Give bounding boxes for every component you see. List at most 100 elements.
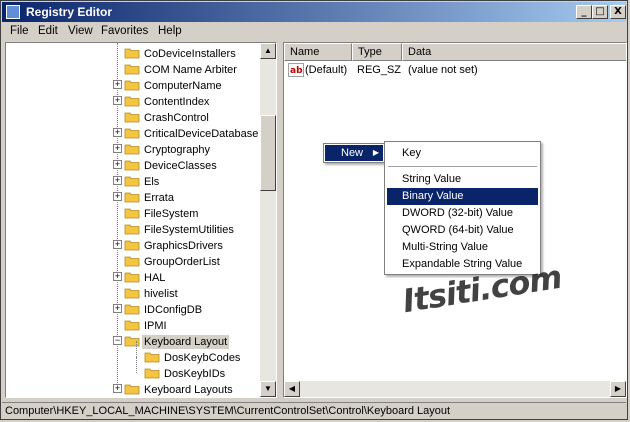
scroll-down-button[interactable]: ▼ bbox=[260, 381, 276, 397]
folder-icon bbox=[124, 128, 140, 139]
scroll-up-button[interactable]: ▲ bbox=[260, 43, 276, 59]
collapse-icon[interactable]: − bbox=[113, 336, 122, 345]
folder-icon bbox=[124, 112, 140, 123]
tree-node[interactable]: IPMI bbox=[6, 317, 256, 333]
column-header-data[interactable]: Data bbox=[402, 43, 626, 61]
expand-icon[interactable]: + bbox=[113, 128, 122, 137]
expand-icon[interactable]: + bbox=[113, 144, 122, 153]
tree-node[interactable]: COM Name Arbiter bbox=[6, 61, 256, 77]
folder-icon bbox=[124, 48, 140, 59]
tree-node-label: DosKeybIDs bbox=[164, 368, 226, 380]
tree-node-label: Keyboard Layouts bbox=[144, 384, 233, 396]
folder-icon bbox=[124, 192, 140, 203]
tree-node[interactable]: + Els bbox=[6, 173, 256, 189]
folder-icon bbox=[124, 144, 140, 155]
tree-node[interactable]: + Cryptography bbox=[6, 141, 256, 157]
tree-node[interactable]: − Keyboard Layout bbox=[6, 333, 256, 349]
menu-view[interactable]: View bbox=[68, 25, 93, 37]
scroll-left-button[interactable]: ◀ bbox=[284, 381, 300, 397]
tree-node-label: ComputerName bbox=[144, 80, 222, 92]
value-type: REG_SZ bbox=[357, 64, 402, 76]
expand-icon[interactable]: + bbox=[113, 160, 122, 169]
tree-node[interactable]: hivelist bbox=[6, 285, 256, 301]
tree-vertical-scrollbar[interactable]: ▲ ▼ bbox=[260, 43, 276, 397]
folder-icon bbox=[124, 304, 140, 315]
tree-node[interactable]: + ContentIndex bbox=[6, 93, 256, 109]
tree-node-label: hivelist bbox=[144, 288, 178, 300]
expand-icon[interactable]: + bbox=[113, 272, 122, 281]
tree-node-label: Errata bbox=[144, 192, 174, 204]
submenu-separator bbox=[388, 166, 537, 167]
svg-text:ab: ab bbox=[290, 66, 303, 76]
registry-tree-pane[interactable]: CoDeviceInstallers COM Name Arbiter + Compu… bbox=[5, 42, 277, 398]
folder-icon bbox=[144, 368, 160, 379]
submenu-item-multi-string-value[interactable]: Multi-String Value bbox=[387, 239, 538, 256]
tree-node[interactable]: + GraphicsDrivers bbox=[6, 237, 256, 253]
tree-node-label: GraphicsDrivers bbox=[144, 240, 223, 252]
scroll-right-button[interactable]: ▶ bbox=[610, 381, 626, 397]
folder-icon bbox=[124, 336, 140, 347]
tree-node-label: CrashControl bbox=[144, 112, 209, 124]
tree-node[interactable]: + Errata bbox=[6, 189, 256, 205]
column-header-name[interactable]: Name bbox=[284, 43, 352, 61]
tree-node-label: Keyboard Layout bbox=[142, 335, 230, 349]
submenu-arrow-icon: ▶ bbox=[372, 148, 379, 157]
folder-icon bbox=[124, 240, 140, 251]
menu-item-new[interactable]: New ▶ bbox=[325, 145, 383, 161]
column-header-type[interactable]: Type bbox=[352, 43, 402, 61]
title-bar[interactable]: Registry Editor _ □ X bbox=[2, 2, 626, 22]
menu-item-new-label: New bbox=[341, 147, 364, 159]
value-name: (Default) bbox=[305, 64, 348, 76]
submenu-item-qword-value[interactable]: QWORD (64-bit) Value bbox=[387, 222, 538, 239]
folder-icon bbox=[124, 384, 140, 395]
scroll-thumb[interactable] bbox=[260, 115, 276, 191]
new-submenu: Key String Value Binary Value DWORD (32-… bbox=[384, 141, 541, 275]
tree-node-label: FileSystemUtilities bbox=[144, 224, 234, 236]
tree-node[interactable]: FileSystem bbox=[6, 205, 256, 221]
menu-file[interactable]: File bbox=[10, 25, 29, 37]
tree-node[interactable]: + IDConfigDB bbox=[6, 301, 256, 317]
context-menu: New ▶ bbox=[323, 143, 385, 163]
tree-node[interactable]: FileSystemUtilities bbox=[6, 221, 256, 237]
expand-icon[interactable]: + bbox=[113, 384, 122, 393]
minimize-button[interactable]: _ bbox=[576, 5, 592, 19]
tree-node[interactable]: DosKeybCodes bbox=[6, 341, 256, 365]
menu-bar: File Edit View Favorites Help bbox=[2, 22, 626, 42]
submenu-item-key[interactable]: Key bbox=[387, 145, 538, 162]
tree-child-connector bbox=[136, 341, 137, 357]
tree-node-label: COM Name Arbiter bbox=[144, 64, 237, 76]
close-button[interactable]: X bbox=[610, 5, 626, 19]
folder-icon bbox=[124, 272, 140, 283]
expand-icon[interactable]: + bbox=[113, 304, 122, 313]
tree-node[interactable]: CoDeviceInstallers bbox=[6, 45, 256, 61]
tree-node[interactable]: + Keyboard Layouts bbox=[6, 381, 256, 397]
menu-help[interactable]: Help bbox=[158, 25, 182, 37]
tree-node[interactable]: + ComputerName bbox=[6, 77, 256, 93]
tree-node[interactable]: + CriticalDeviceDatabase bbox=[6, 125, 258, 141]
expand-icon[interactable]: + bbox=[113, 176, 122, 185]
folder-icon bbox=[124, 96, 140, 107]
tree-node[interactable]: + HAL bbox=[6, 269, 256, 285]
value-data: (value not set) bbox=[408, 64, 478, 76]
submenu-item-dword-value[interactable]: DWORD (32-bit) Value bbox=[387, 205, 538, 222]
tree-node[interactable]: + DeviceClasses bbox=[6, 157, 256, 173]
submenu-item-string-value[interactable]: String Value bbox=[387, 171, 538, 188]
folder-icon bbox=[124, 208, 140, 219]
menu-favorites[interactable]: Favorites bbox=[101, 25, 148, 37]
tree-node-label: DeviceClasses bbox=[144, 160, 217, 172]
status-bar-path: Computer\HKEY_LOCAL_MACHINE\SYSTEM\Curre… bbox=[2, 402, 626, 420]
tree-node-label: ContentIndex bbox=[144, 96, 210, 108]
expand-icon[interactable]: + bbox=[113, 96, 122, 105]
folder-icon bbox=[144, 352, 160, 363]
expand-icon[interactable]: + bbox=[113, 240, 122, 249]
expand-icon[interactable]: + bbox=[113, 192, 122, 201]
tree-node[interactable]: GroupOrderList bbox=[6, 253, 256, 269]
menu-edit[interactable]: Edit bbox=[38, 25, 58, 37]
tree-node[interactable]: CrashControl bbox=[6, 109, 256, 125]
submenu-item-binary-value[interactable]: Binary Value bbox=[387, 188, 538, 205]
tree-node-label: HAL bbox=[144, 272, 166, 284]
maximize-button[interactable]: □ bbox=[592, 5, 608, 19]
list-horizontal-scrollbar[interactable]: ◀ ▶ bbox=[284, 381, 626, 397]
tree-node[interactable]: DosKeybIDs bbox=[6, 357, 256, 381]
expand-icon[interactable]: + bbox=[113, 80, 122, 89]
